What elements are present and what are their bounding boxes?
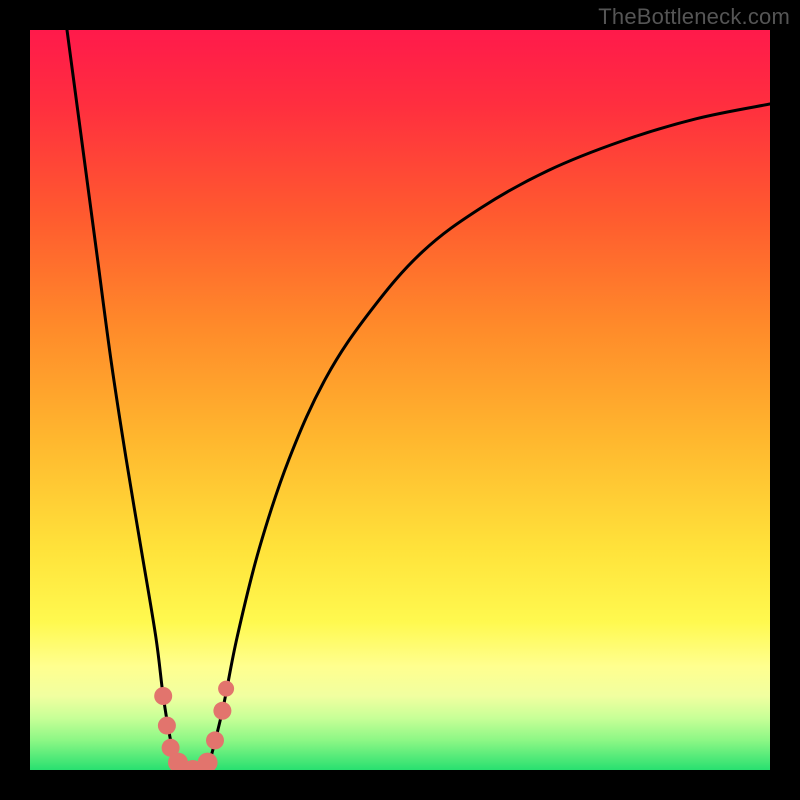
gradient-background — [30, 30, 770, 770]
watermark: TheBottleneck.com — [598, 4, 790, 30]
plot-area — [30, 30, 770, 770]
chart-frame: TheBottleneck.com — [0, 0, 800, 800]
